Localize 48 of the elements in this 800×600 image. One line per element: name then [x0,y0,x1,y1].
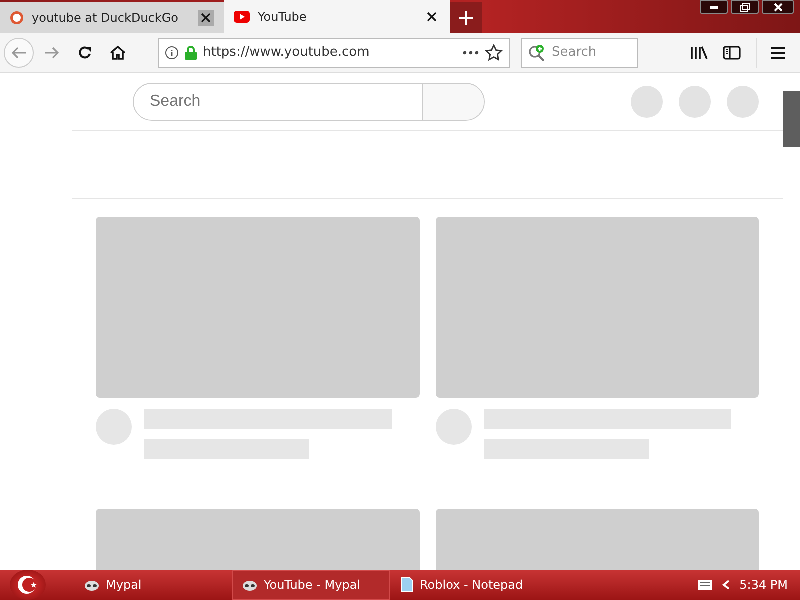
youtube-logo-icon [234,10,250,22]
back-button[interactable] [4,38,34,68]
search-field[interactable]: Search [521,38,638,68]
close-icon [774,2,782,12]
taskbar-item[interactable]: Roblox - Notepad [390,570,548,600]
address-bar[interactable]: https://www.youtube.com [158,38,510,68]
notepad-icon [400,577,414,593]
scrollbar-thumb[interactable] [783,91,800,147]
placeholder-avatar [679,86,711,118]
plus-icon [459,10,473,24]
star-icon[interactable] [485,44,503,62]
placeholder-avatar [436,409,472,445]
reload-icon [77,44,93,60]
raccoon-icon [84,578,100,592]
keyboard-icon[interactable] [698,580,712,590]
lock-icon [185,46,197,60]
clock: 5:34 PM [740,578,788,592]
search-icon [528,44,546,62]
taskbar-item[interactable]: YouTube - Mypal [232,570,390,600]
placeholder-avatar [631,86,663,118]
library-icon [690,46,708,60]
minimize-button[interactable] [700,0,728,14]
tab-close-button[interactable] [198,10,214,26]
search-field[interactable]: Search [133,82,485,120]
restore-button[interactable] [731,0,759,14]
start-button[interactable] [10,570,46,600]
home-icon [110,44,126,60]
chevron-left-icon[interactable] [722,580,730,590]
raccoon-icon [242,578,258,592]
restore-icon [740,2,750,12]
close-button[interactable] [762,0,794,14]
close-icon [201,12,211,22]
forward-arrow-icon [44,46,60,60]
back-arrow-icon [11,46,27,60]
placeholder-avatar [727,86,759,118]
browser-tab[interactable]: YouTube [224,0,450,33]
placeholder-avatar [96,409,132,445]
info-icon[interactable] [165,46,179,60]
taskbar-item[interactable]: Mypal [74,570,232,600]
new-tab-button[interactable] [450,2,482,33]
browser-tab[interactable]: youtube at DuckDuckGo [0,2,224,33]
menu-icon [771,46,785,58]
more-icon[interactable] [463,50,479,54]
minimize-icon [710,6,718,8]
url-text: https://www.youtube.com [203,45,371,60]
duck-logo-icon [10,10,24,24]
close-icon [427,12,437,22]
sidebar-icon [723,46,741,60]
